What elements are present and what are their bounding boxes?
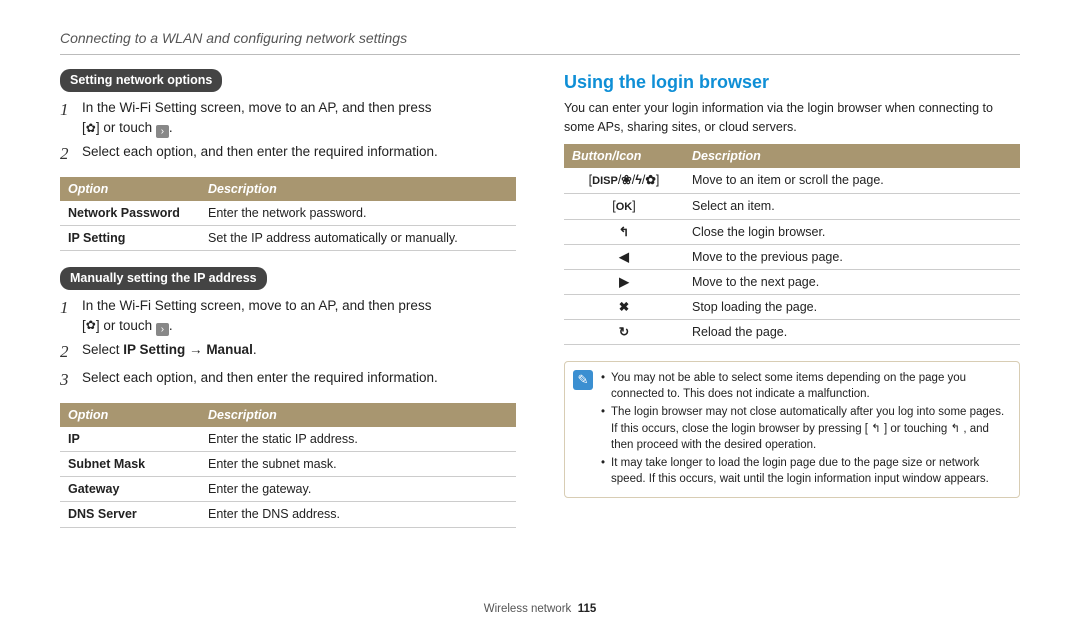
step-number: 1 xyxy=(60,98,82,138)
right-column: Using the login browser You can enter yo… xyxy=(564,69,1020,543)
left-column: Setting network options 1 In the Wi-Fi S… xyxy=(60,69,516,543)
table-login-browser: Button/Icon Description [DISP/❀/ϟ/✿] Mov… xyxy=(564,144,1020,346)
th-button-icon: Button/Icon xyxy=(564,144,684,168)
table-row: Network PasswordEnter the network passwo… xyxy=(60,201,516,226)
disp-icon: DISP xyxy=(592,175,618,187)
triangle-left-icon: ◀ xyxy=(619,250,629,264)
section-description: You can enter your login information via… xyxy=(564,99,1020,135)
step-text: In the Wi-Fi Setting screen, move to an … xyxy=(82,296,516,336)
table-row: IPEnter the static IP address. xyxy=(60,427,516,452)
footer-section: Wireless network xyxy=(484,603,572,615)
step-text: Select each option, and then enter the r… xyxy=(82,368,516,393)
step-text: In the Wi-Fi Setting screen, move to an … xyxy=(82,98,516,138)
triangle-right-icon: ▶ xyxy=(619,275,629,289)
th-description: Description xyxy=(200,403,516,427)
macro-icon: ❀ xyxy=(621,173,631,187)
chevron-right-icon: › xyxy=(156,125,169,138)
table-row: ◀ Move to the previous page. xyxy=(564,244,1020,269)
table-row: ▶ Move to the next page. xyxy=(564,269,1020,294)
flash-icon: ϟ xyxy=(635,173,642,187)
step-number: 3 xyxy=(60,368,82,393)
th-option: Option xyxy=(60,177,200,201)
step-number: 2 xyxy=(60,142,82,167)
note-icon: ✎ xyxy=(573,370,593,390)
th-description: Description xyxy=(684,144,1020,168)
pill-manual-ip: Manually setting the IP address xyxy=(60,267,267,290)
flower-icon: ✿ xyxy=(86,317,96,334)
back-icon: ↰ xyxy=(619,225,629,239)
table-row: [OK] Select an item. xyxy=(564,193,1020,219)
table-row: ↰ Close the login browser. xyxy=(564,219,1020,244)
table-network-options: Option Description Network PasswordEnter… xyxy=(60,177,516,251)
section-title: Using the login browser xyxy=(564,69,1020,95)
table-row: Subnet MaskEnter the subnet mask. xyxy=(60,452,516,477)
table-row: GatewayEnter the gateway. xyxy=(60,477,516,502)
step-text: Select each option, and then enter the r… xyxy=(82,142,516,167)
chevron-right-icon: › xyxy=(156,323,169,336)
step-number: 2 xyxy=(60,340,82,365)
table-manual-ip: Option Description IPEnter the static IP… xyxy=(60,403,516,528)
table-row: ↻ Reload the page. xyxy=(564,320,1020,345)
flower-icon: ✿ xyxy=(86,120,96,137)
page-number: 115 xyxy=(578,603,597,615)
step-text: Select IP Setting → Manual. xyxy=(82,340,516,365)
note-item: It may take longer to load the login pag… xyxy=(601,455,1009,487)
pill-network-options: Setting network options xyxy=(60,69,222,92)
th-option: Option xyxy=(60,403,200,427)
table-row: [DISP/❀/ϟ/✿] Move to an item or scroll t… xyxy=(564,168,1020,193)
timer-icon: ✿ xyxy=(645,173,655,187)
table-row: DNS ServerEnter the DNS address. xyxy=(60,502,516,527)
page-footer: Wireless network 115 xyxy=(0,601,1080,618)
steps-network-options: 1 In the Wi-Fi Setting screen, move to a… xyxy=(60,98,516,166)
note-item: The login browser may not close automati… xyxy=(601,404,1009,452)
note-box: ✎ You may not be able to select some ite… xyxy=(564,361,1020,498)
table-row: ✖ Stop loading the page. xyxy=(564,295,1020,320)
note-list: You may not be able to select some items… xyxy=(601,370,1009,489)
ok-icon: OK xyxy=(616,201,633,213)
steps-manual-ip: 1 In the Wi-Fi Setting screen, move to a… xyxy=(60,296,516,393)
page-header: Connecting to a WLAN and configuring net… xyxy=(60,28,1020,55)
step-number: 1 xyxy=(60,296,82,336)
reload-icon: ↻ xyxy=(619,325,629,339)
stop-icon: ✖ xyxy=(619,300,629,314)
note-item: You may not be able to select some items… xyxy=(601,370,1009,402)
th-description: Description xyxy=(200,177,516,201)
table-row: IP SettingSet the IP address automatical… xyxy=(60,225,516,250)
